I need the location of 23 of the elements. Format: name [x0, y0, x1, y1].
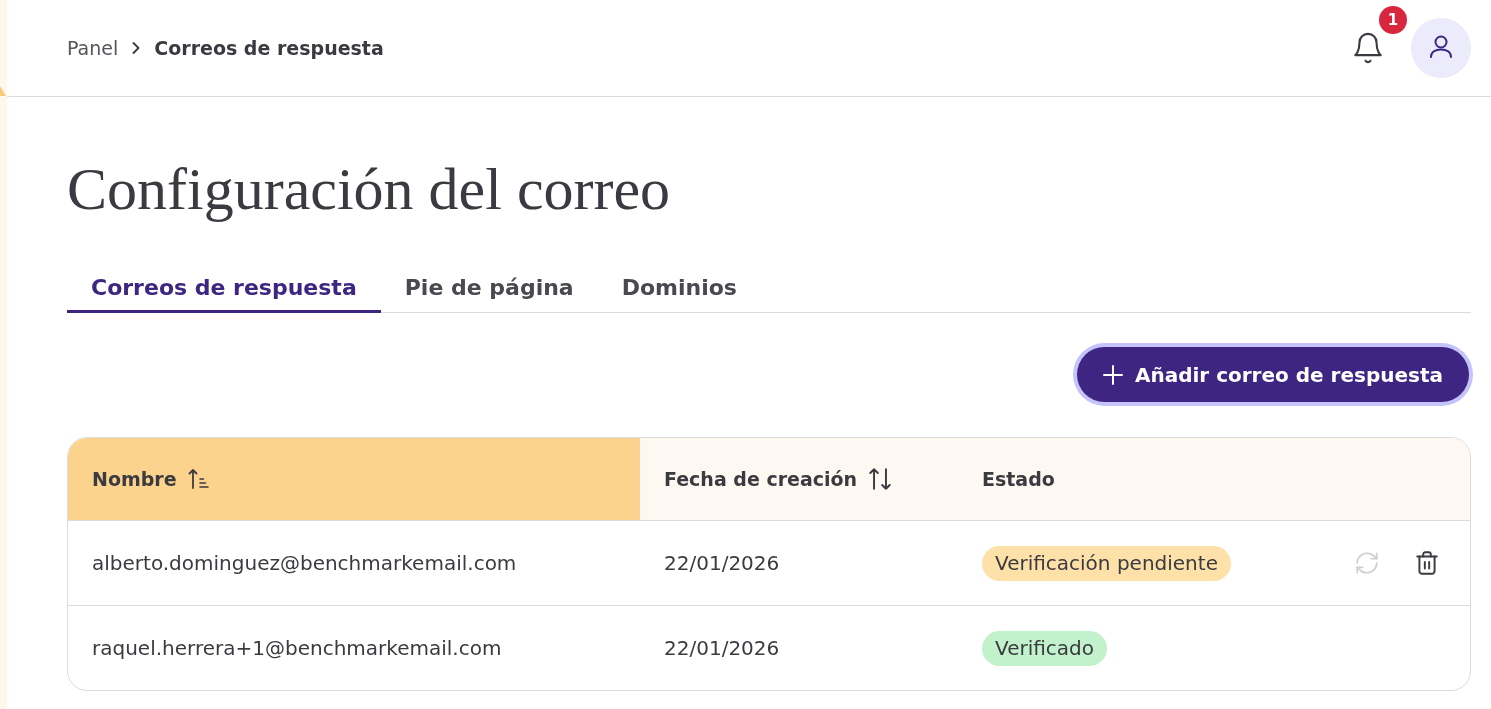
plus-icon — [1102, 364, 1123, 385]
sort-arrows-icon[interactable] — [867, 466, 894, 492]
tab[interactable]: Pie de página — [380, 265, 598, 313]
sort-ascending-icon[interactable] — [186, 467, 211, 491]
trash-icon[interactable] — [1414, 550, 1440, 576]
notification-badge: 1 — [1379, 6, 1407, 34]
creation-date: 22/01/2026 — [664, 636, 780, 660]
chevron-right-icon — [132, 42, 141, 54]
triangle-icon — [0, 86, 6, 96]
current-page: Correos de respuesta — [154, 35, 384, 61]
column-header[interactable]: Nombre — [68, 438, 640, 520]
email-address: raquel.herrera+1@benchmarkemail.com — [92, 636, 502, 660]
tab[interactable]: Dominios — [597, 265, 761, 313]
status-badge: Verificado — [982, 630, 1107, 666]
tab[interactable]: Correos de respuesta — [67, 265, 381, 313]
creation-date: 22/01/2026 — [664, 551, 780, 575]
breadcrumb-link[interactable]: Panel — [67, 33, 119, 63]
user-avatar-icon[interactable] — [1411, 18, 1471, 78]
column-header[interactable]: Fecha de creación — [640, 438, 958, 520]
bell-icon[interactable] — [1351, 31, 1385, 65]
email-address: alberto.dominguez@benchmarkemail.com — [92, 551, 517, 575]
status-badge: Verificación pendiente — [982, 545, 1231, 581]
column-header: Estado — [981, 466, 1056, 492]
